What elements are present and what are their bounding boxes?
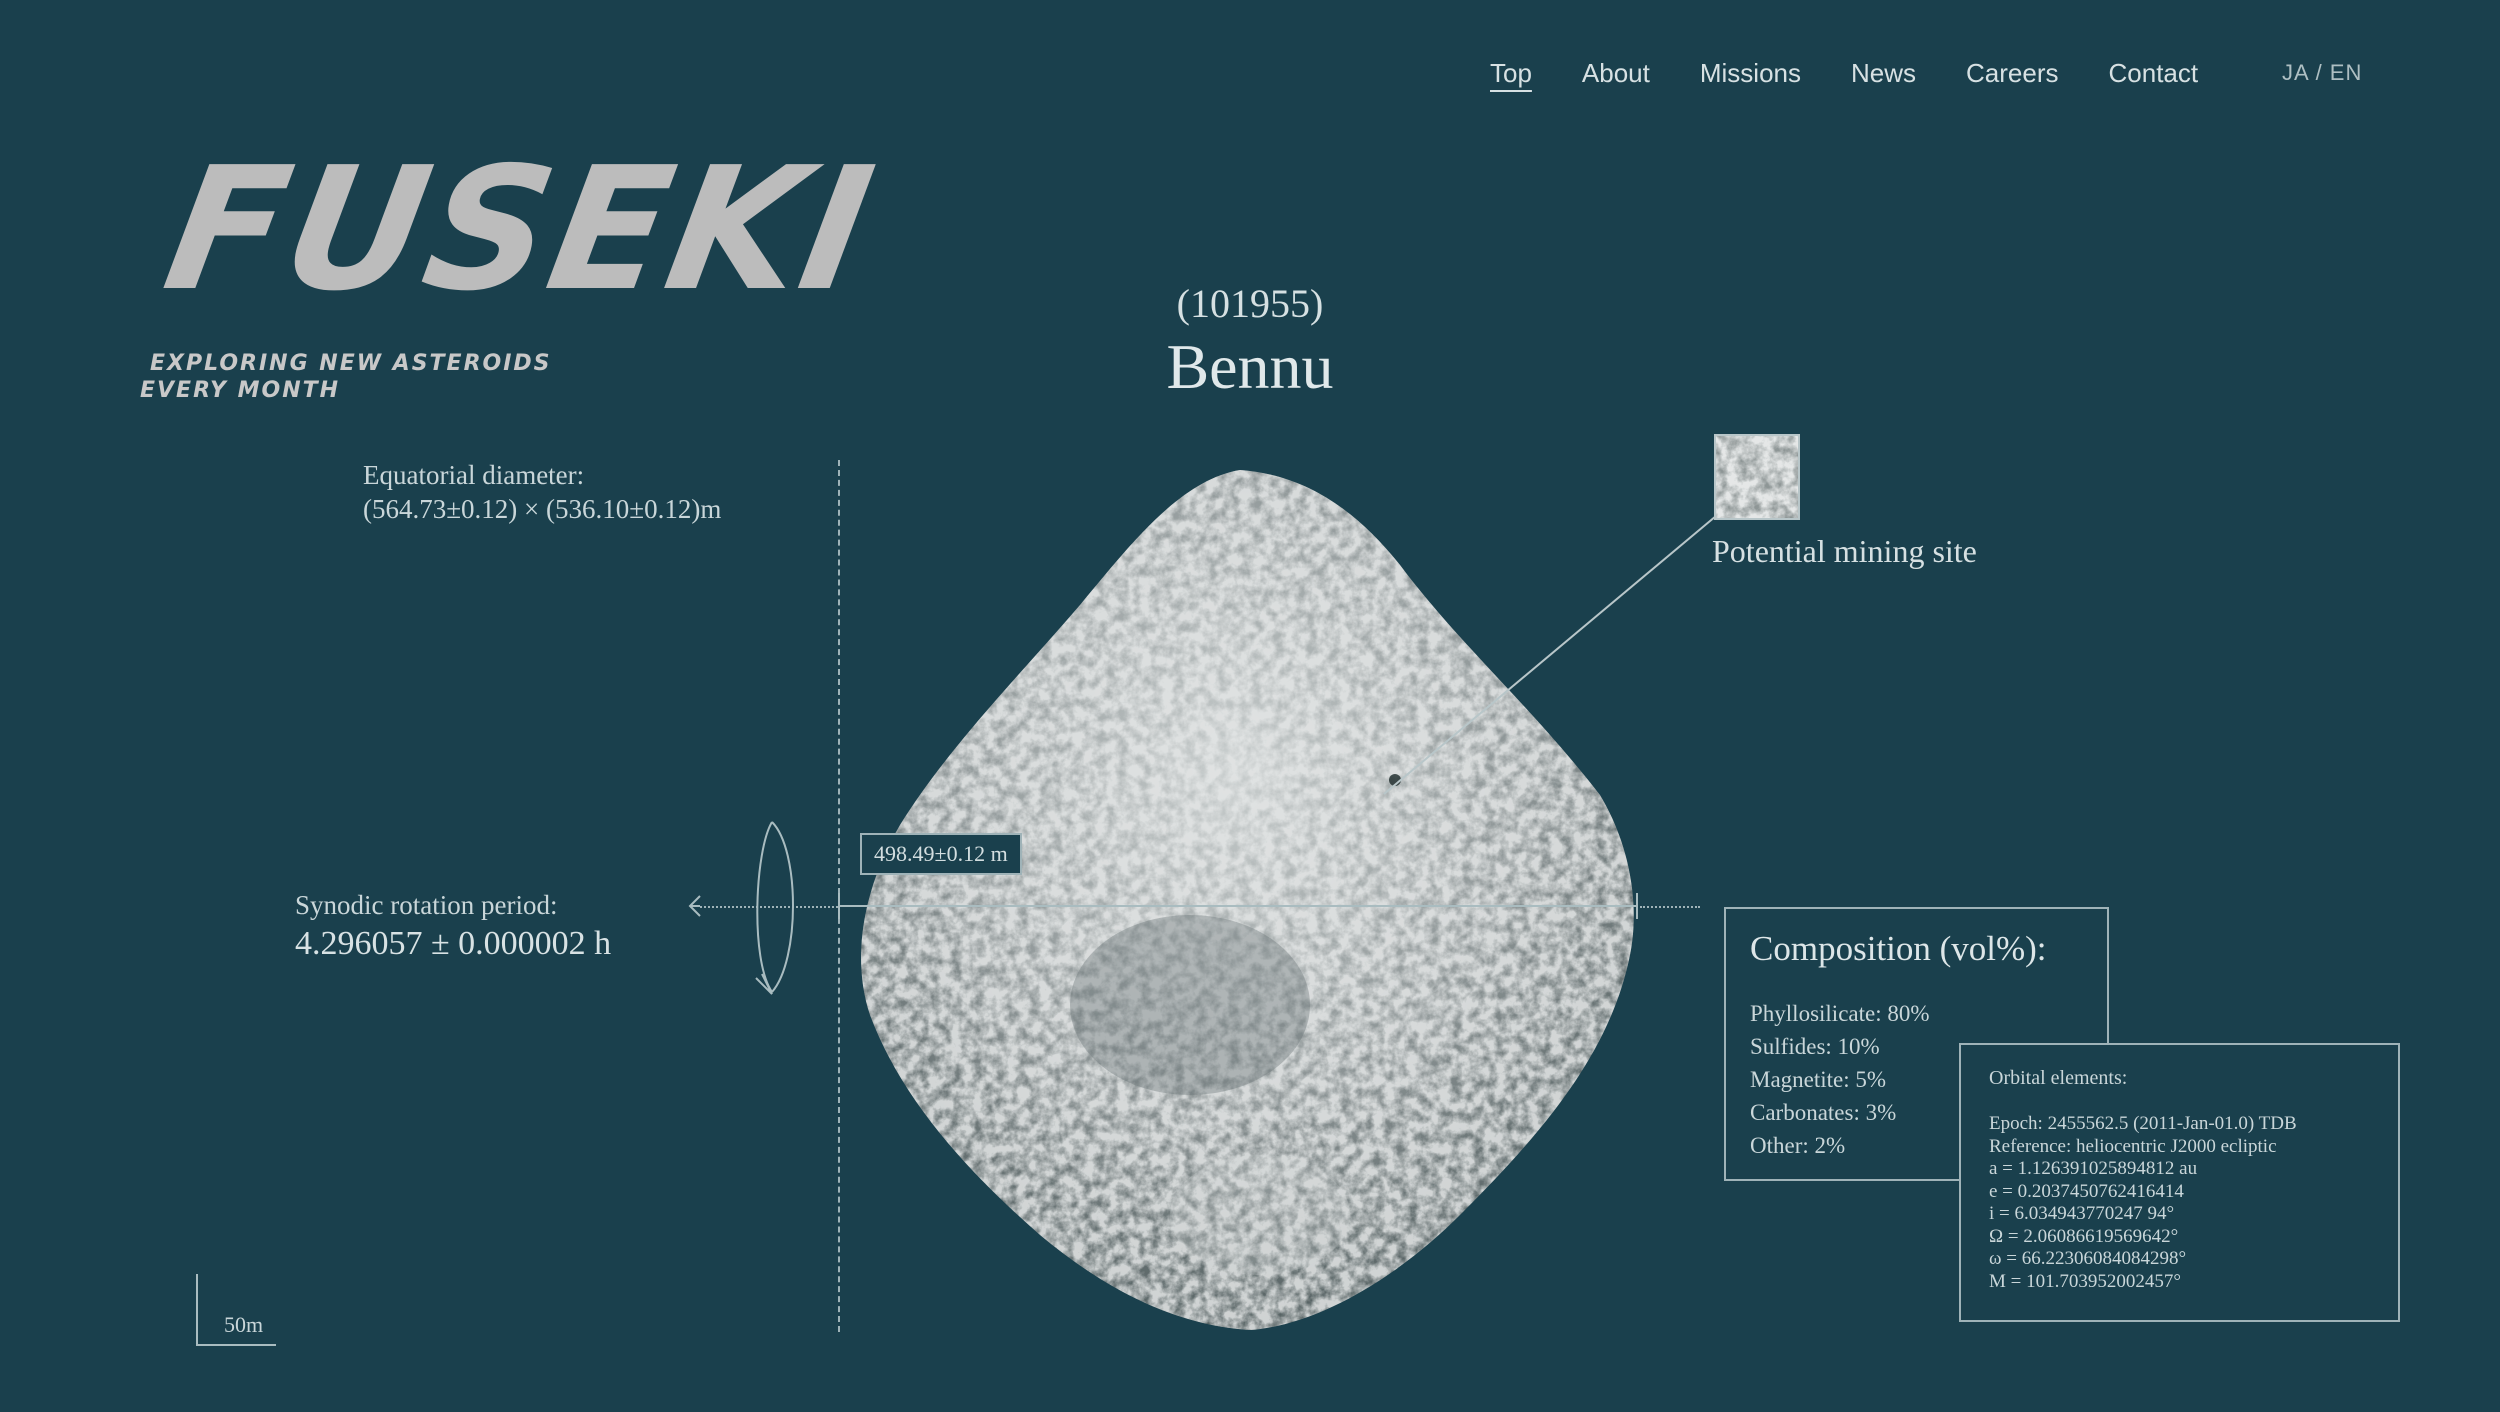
orbital-line: a = 1.126391025894812 au — [1989, 1158, 2198, 1179]
width-cap-right — [1636, 893, 1638, 919]
fuseki-logo[interactable]: FUSEKI EXPLORING NEW ASTEROIDS EVERY MON… — [140, 131, 887, 410]
nav-careers[interactable]: Careers — [1966, 58, 2058, 89]
width-measurement-box: 498.49±0.12 m — [860, 833, 1022, 875]
composition-item: Sulfides: 10% — [1750, 1034, 1880, 1059]
diameter-value: (564.73±0.12) × (536.10±0.12)m — [363, 494, 722, 524]
nav-news[interactable]: News — [1851, 58, 1916, 89]
rotation-value: 4.296057 ± 0.000002 h — [295, 925, 612, 962]
language-switcher[interactable]: JA / EN — [2282, 60, 2362, 86]
mining-site-thumbnail[interactable] — [1714, 434, 1800, 520]
asteroid-designation: (101955) — [1176, 281, 1324, 326]
tagline-line-2: EVERY MONTH — [140, 378, 341, 403]
composition-item: Phyllosilicate: 80% — [1750, 1001, 1930, 1026]
composition-item: Carbonates: 3% — [1750, 1100, 1897, 1125]
orbital-line: i = 6.034943770247 94° — [1989, 1203, 2175, 1224]
orbital-elements-panel: Orbital elements: Epoch: 2455562.5 (2011… — [1959, 1043, 2400, 1322]
asteroid-name: Bennu — [1166, 331, 1334, 402]
width-cap-left — [838, 893, 840, 919]
orbital-line: Ω = 2.06086619569642° — [1989, 1225, 2179, 1247]
orbital-list: Epoch: 2455562.5 (2011-Jan-01.0) TDB Ref… — [1989, 1113, 2297, 1293]
horizontal-width-line — [838, 905, 1638, 907]
orbital-line: ω = 66.22306084084298° — [1989, 1248, 2187, 1269]
composition-item: Other: 2% — [1750, 1133, 1846, 1158]
orbital-line: Epoch: 2455562.5 (2011-Jan-01.0) TDB — [1989, 1113, 2297, 1134]
nav-about[interactable]: About — [1582, 58, 1650, 89]
axis-dotted-right — [1640, 906, 1700, 908]
orbital-line: e = 0.2037450762416414 — [1989, 1180, 2184, 1202]
orbital-title: Orbital elements: — [1989, 1067, 2128, 1089]
nav-contact[interactable]: Contact — [2109, 58, 2199, 89]
composition-list: Phyllosilicate: 80% Sulfides: 10% Magnet… — [1750, 997, 1930, 1162]
nav-top[interactable]: Top — [1490, 58, 1532, 89]
equatorial-diameter: Equatorial diameter: (564.73±0.12) × (53… — [363, 458, 721, 526]
rotation-label: Synodic rotation period: — [295, 890, 558, 920]
nav-missions[interactable]: Missions — [1700, 58, 1801, 89]
rotation-arrow-icon — [688, 821, 794, 995]
main-nav: Top About Missions News Careers Contact — [1490, 58, 2198, 89]
diameter-label: Equatorial diameter: — [363, 460, 585, 490]
composition-title: Composition (vol%): — [1750, 929, 2047, 968]
composition-item: Magnetite: 5% — [1750, 1067, 1887, 1092]
orbital-line: M = 101.703952002457° — [1989, 1270, 2181, 1292]
orbital-line: Reference: heliocentric J2000 ecliptic — [1989, 1135, 2277, 1157]
logo-tagline: EXPLORING NEW ASTEROIDS EVERY MONTH — [140, 350, 552, 404]
scale-label: 50m — [224, 1312, 264, 1337]
logo-wordmark: FUSEKI — [152, 131, 888, 329]
mining-leader-line — [1383, 515, 1717, 795]
mining-site-label: Potential mining site — [1712, 533, 1977, 569]
tagline-line-1: EXPLORING NEW ASTEROIDS — [150, 351, 552, 376]
